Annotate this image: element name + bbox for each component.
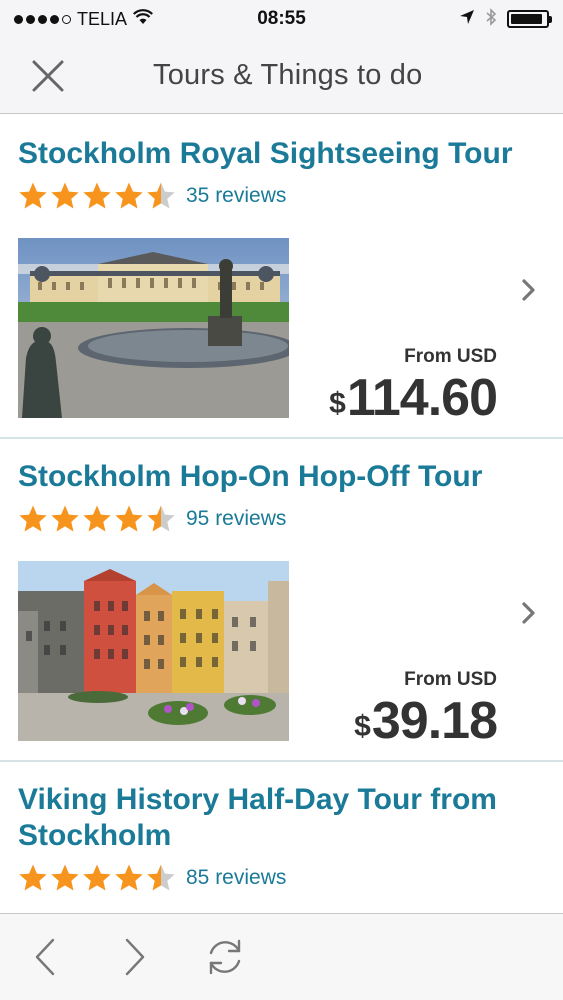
star-icon [19, 182, 47, 209]
old-town-houses-photo[interactable] [18, 561, 289, 741]
status-left: TELIA [14, 9, 192, 30]
star-icon [51, 182, 79, 209]
star-icon [147, 864, 175, 891]
star-icon [83, 864, 111, 891]
palace-photo[interactable] [18, 238, 289, 418]
star-icon [83, 505, 111, 532]
star-rating [18, 863, 176, 893]
rating-row: 95 reviews [18, 501, 545, 537]
bottom-toolbar [0, 913, 563, 1000]
tour-title[interactable]: Stockholm Royal Sightseeing Tour [18, 136, 545, 172]
rating-row: 85 reviews [18, 860, 545, 896]
star-icon [51, 505, 79, 532]
wifi-icon [133, 8, 154, 30]
currency-symbol: $ [329, 387, 346, 420]
back-button[interactable] [0, 914, 90, 1000]
close-icon [32, 60, 64, 91]
tour-list[interactable]: Stockholm Royal Sightseeing Tour 35 revi… [0, 116, 563, 913]
reviews-link[interactable]: 95 reviews [186, 507, 286, 531]
price-label: From USD [404, 669, 497, 690]
close-button[interactable] [0, 38, 96, 114]
status-right [371, 7, 552, 31]
media-row: From USD $114.60 [18, 238, 545, 427]
tour-title[interactable]: Viking History Half-Day Tour from Stockh… [18, 782, 538, 854]
page-title: Tours & Things to do [153, 59, 423, 91]
star-rating [18, 504, 176, 534]
star-icon [51, 864, 79, 891]
star-icon [147, 505, 175, 532]
price-amount: 39.18 [371, 692, 498, 750]
chevron-right-icon[interactable] [521, 601, 537, 630]
price-amount: 114.60 [346, 369, 498, 427]
star-rating [18, 181, 176, 211]
tour-card[interactable]: Viking History Half-Day Tour from Stockh… [0, 762, 563, 896]
media-row: From USD $39.18 [18, 561, 545, 750]
tour-title[interactable]: Stockholm Hop-On Hop-Off Tour [18, 459, 545, 495]
status-time: 08:55 [257, 8, 306, 29]
star-icon [115, 182, 143, 209]
reviews-link[interactable]: 35 reviews [186, 184, 286, 208]
star-icon [147, 182, 175, 209]
price-block: From USD $114.60 [329, 346, 498, 428]
star-icon [83, 182, 111, 209]
star-icon [19, 505, 47, 532]
star-icon [115, 864, 143, 891]
forward-arrow-icon [125, 938, 145, 976]
status-bar: TELIA 08:55 [0, 0, 563, 38]
price-label: From USD [404, 346, 497, 367]
battery-icon [506, 10, 552, 28]
star-icon [115, 505, 143, 532]
bluetooth-icon [485, 7, 497, 31]
price-value: $114.60 [329, 368, 498, 428]
carrier-name: TELIA [77, 8, 128, 29]
currency-symbol: $ [354, 710, 371, 743]
forward-button[interactable] [90, 914, 180, 1000]
tour-card[interactable]: Stockholm Royal Sightseeing Tour 35 revi… [0, 116, 563, 439]
tour-card[interactable]: Stockholm Hop-On Hop-Off Tour 95 reviews [0, 439, 563, 762]
chevron-right-icon[interactable] [521, 278, 537, 307]
refresh-button[interactable] [180, 914, 270, 1000]
price-block: From USD $39.18 [354, 669, 498, 751]
location-arrow-icon [459, 9, 475, 30]
reviews-link[interactable]: 85 reviews [186, 866, 286, 890]
refresh-icon [209, 939, 241, 975]
nav-bar: Tours & Things to do [0, 38, 563, 114]
signal-strength-icon [14, 14, 71, 24]
rating-row: 35 reviews [18, 178, 545, 214]
back-arrow-icon [35, 938, 55, 976]
star-icon [19, 864, 47, 891]
price-value: $39.18 [354, 691, 498, 751]
